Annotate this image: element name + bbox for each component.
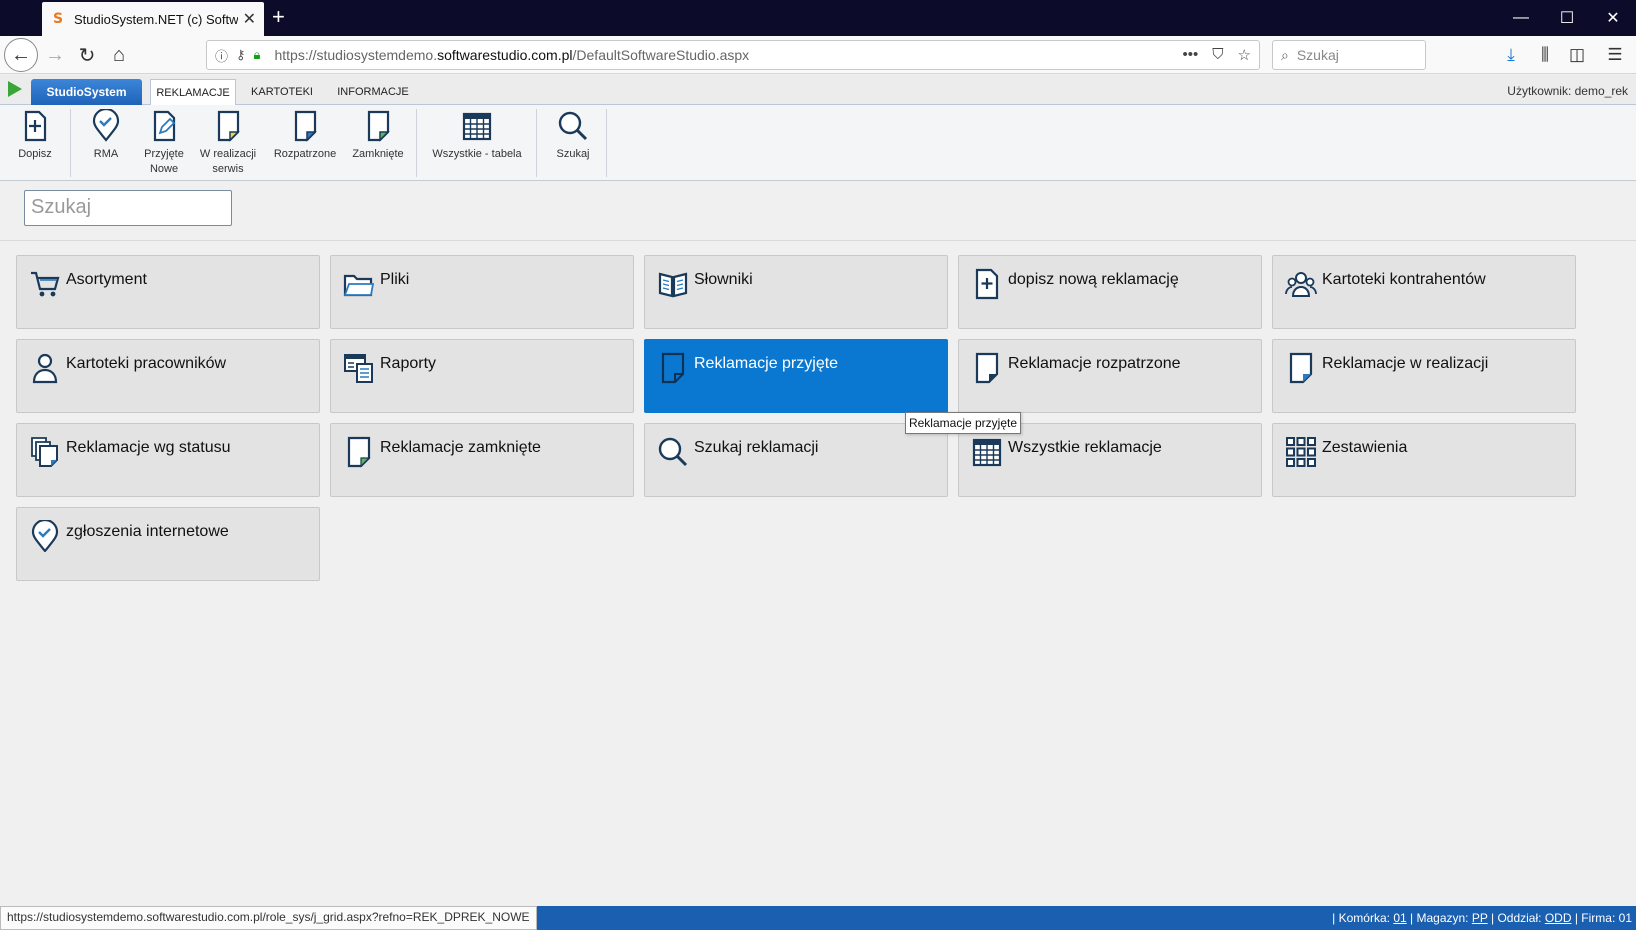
tile-zestawienia[interactable]: Zestawienia xyxy=(1272,423,1576,497)
tile-raporty[interactable]: Raporty xyxy=(330,339,634,413)
ribbon-szukaj-button[interactable]: Szukaj xyxy=(550,109,596,162)
browser-tab-title: StudioSystem.NET (c) Software xyxy=(74,11,238,27)
ribbon-rozpatrzone-button[interactable]: Rozpatrzone xyxy=(270,109,340,162)
search-icon: ⌕ xyxy=(1281,46,1289,63)
browser-tab-strip: S StudioSystem.NET (c) Software ✕ + — ☐ … xyxy=(0,0,1636,36)
tab-informacje[interactable]: INFORMACJE xyxy=(330,79,416,105)
report-icon xyxy=(344,354,373,383)
doc-green-corner-icon xyxy=(367,110,390,142)
bookmark-star-icon[interactable]: ☆ xyxy=(1238,46,1251,64)
tile-dopisz-nowa-reklamacje[interactable]: dopisz nową reklamację xyxy=(958,255,1262,329)
studiosystem-button[interactable]: StudioSystem xyxy=(31,79,142,105)
tile-zgloszenia-internetowe[interactable]: zgłoszenia internetowe xyxy=(16,507,320,581)
komorka-link[interactable]: 01 xyxy=(1393,911,1406,925)
search-input[interactable]: Szukaj xyxy=(24,190,232,226)
minimize-icon[interactable]: — xyxy=(1498,0,1544,36)
browser-search-input[interactable]: ⌕ Szukaj xyxy=(1272,40,1426,70)
tile-szukaj-reklamacji[interactable]: Szukaj reklamacji xyxy=(644,423,948,497)
tile-reklamacje-w-realizacji[interactable]: Reklamacje w realizacji xyxy=(1272,339,1576,413)
ribbon-zamkniete-button[interactable]: Zamknięte xyxy=(348,109,408,162)
key-icon: ⚷ xyxy=(236,47,246,62)
ribbon-rma-button[interactable]: RMA xyxy=(86,109,126,162)
pocket-icon[interactable]: ⛉ xyxy=(1212,46,1223,64)
browser-tab[interactable]: S StudioSystem.NET (c) Software ✕ xyxy=(42,2,264,36)
url-bar[interactable]: ⓘ ⚷ 🔒︎ https://studiosystemdemo.software… xyxy=(206,40,1260,70)
user-label: Użytkownik: demo_rek xyxy=(1507,84,1628,98)
map-pin-check-icon xyxy=(31,520,59,552)
ribbon-separator xyxy=(70,109,71,177)
back-arrow-icon[interactable]: ← xyxy=(4,38,38,72)
oddzial-link[interactable]: ODD xyxy=(1545,911,1572,925)
status-link-url: https://studiosystemdemo.softwarestudio.… xyxy=(0,906,537,930)
status-info: | Komórka: 01 | Magazyn: PP | Oddział: O… xyxy=(1332,911,1632,925)
maximize-icon[interactable]: ☐ xyxy=(1544,0,1590,36)
table-icon xyxy=(462,112,492,141)
ribbon-toolbar: Dopisz RMA Przyjęte Nowe W realizacji se… xyxy=(0,105,1636,181)
play-icon[interactable] xyxy=(8,81,22,97)
ribbon-w-realizacji-button[interactable]: W realizacji serwis xyxy=(196,109,260,177)
doc-corner-icon xyxy=(347,436,371,468)
more-actions-icon[interactable]: ••• xyxy=(1183,46,1199,64)
lock-icon[interactable]: 🔒︎ xyxy=(254,47,261,63)
close-tab-icon[interactable]: ✕ xyxy=(243,9,256,29)
group-icon xyxy=(1285,272,1317,297)
library-icon[interactable]: ⫼ xyxy=(1532,42,1558,68)
info-icon[interactable]: ⓘ xyxy=(215,46,228,65)
tile-reklamacje-przyjete[interactable]: Reklamacje przyjęte xyxy=(644,339,948,413)
tile-wszystkie-reklamacje[interactable]: Wszystkie reklamacje xyxy=(958,423,1262,497)
forward-arrow-icon[interactable]: → xyxy=(40,41,70,69)
magnifier-icon xyxy=(558,111,588,141)
doc-icon xyxy=(661,352,685,384)
tile-reklamacje-rozpatrzone[interactable]: Reklamacje rozpatrzone xyxy=(958,339,1262,413)
home-icon[interactable]: ⌂ xyxy=(104,41,134,69)
ribbon-separator xyxy=(606,109,607,177)
tile-kartoteki-kontrahentow[interactable]: Kartoteki kontrahentów xyxy=(1272,255,1576,329)
ribbon-dopisz-button[interactable]: Dopisz xyxy=(14,109,56,162)
doc-edit-icon xyxy=(153,110,176,142)
cart-icon xyxy=(31,271,60,297)
new-tab-icon[interactable]: + xyxy=(272,4,285,30)
docs-stack-icon xyxy=(31,437,58,467)
tile-tooltip: Reklamacje przyjęte xyxy=(905,412,1021,434)
doc-yellow-corner-icon xyxy=(217,110,240,142)
divider xyxy=(0,240,1636,241)
menu-icon[interactable]: ☰ xyxy=(1602,42,1628,68)
doc-plus-icon xyxy=(975,268,999,300)
app-tab-bar: StudioSystem REKLAMACJE KARTOTEKI INFORM… xyxy=(0,75,1636,105)
grid-icon xyxy=(1286,437,1316,467)
doc-blue-corner-icon xyxy=(294,110,317,142)
person-icon xyxy=(32,353,58,384)
tile-reklamacje-zamkniete[interactable]: Reklamacje zamknięte xyxy=(330,423,634,497)
window-close-icon[interactable]: ✕ xyxy=(1590,0,1636,36)
doc-plus-icon xyxy=(24,110,47,142)
studiosystem-favicon-icon: S xyxy=(52,11,64,27)
browser-nav-bar: ← → ↻ ⌂ ⓘ ⚷ 🔒︎ https://studiosystemdemo.… xyxy=(0,36,1636,74)
sidebar-icon[interactable]: ◫ xyxy=(1564,42,1590,68)
doc-corner-icon xyxy=(975,352,999,384)
doc-corner-icon xyxy=(1289,352,1313,384)
magnifier-icon xyxy=(658,437,688,467)
url-text: https://studiosystemdemo.softwarestudio.… xyxy=(274,47,750,63)
ribbon-wszystkie-tabela-button[interactable]: Wszystkie - tabela xyxy=(428,109,526,162)
download-icon[interactable]: ⤓ xyxy=(1498,42,1524,68)
ribbon-separator xyxy=(416,109,417,177)
tile-pliki[interactable]: Pliki xyxy=(330,255,634,329)
ribbon-przyjete-nowe-button[interactable]: Przyjęte Nowe xyxy=(136,109,192,177)
folder-icon xyxy=(343,274,375,297)
reload-icon[interactable]: ↻ xyxy=(72,41,102,69)
tile-slowniki[interactable]: Słowniki xyxy=(644,255,948,329)
tab-reklamacje[interactable]: REKLAMACJE xyxy=(150,79,236,105)
tab-kartoteki[interactable]: KARTOTEKI xyxy=(246,79,318,105)
tile-kartoteki-pracownikow[interactable]: Kartoteki pracowników xyxy=(16,339,320,413)
tile-asortyment[interactable]: Asortyment xyxy=(16,255,320,329)
table-icon xyxy=(972,438,1002,467)
tile-reklamacje-wg-statusu[interactable]: Reklamacje wg statusu xyxy=(16,423,320,497)
map-pin-check-icon xyxy=(92,109,120,142)
magazyn-link[interactable]: PP xyxy=(1472,911,1488,925)
book-icon xyxy=(658,272,688,298)
ribbon-separator xyxy=(536,109,537,177)
